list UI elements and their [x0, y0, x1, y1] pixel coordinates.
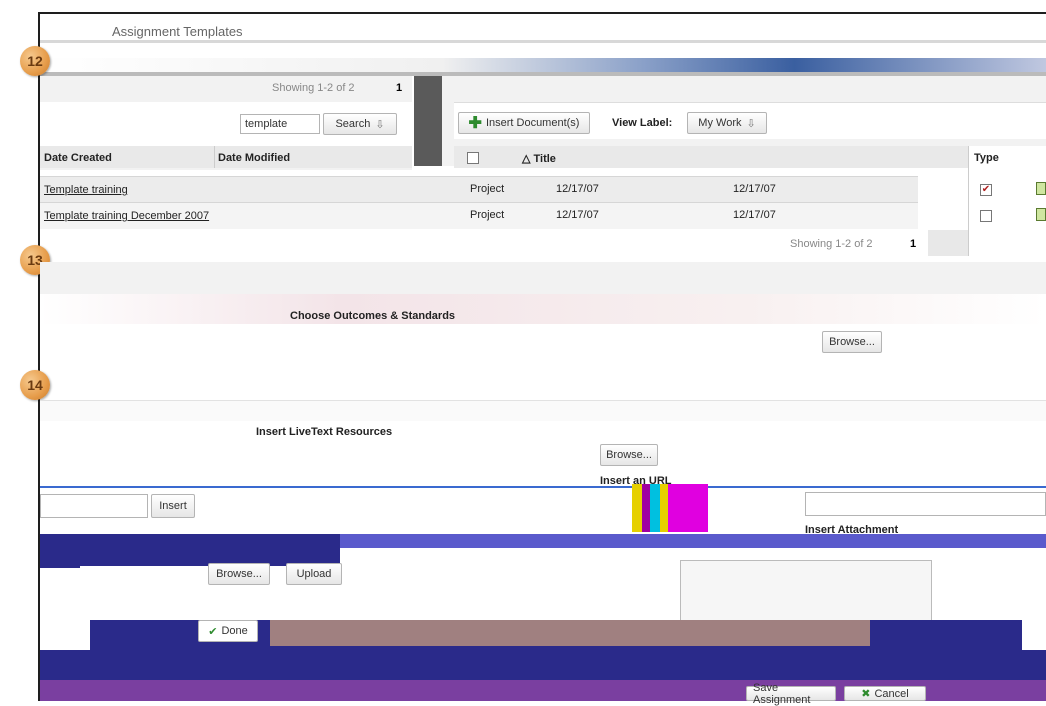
glitch-block: [642, 484, 650, 532]
footer-bar: [40, 650, 1046, 680]
done-button[interactable]: ✔ Done: [198, 620, 258, 642]
callout-badge: 12: [20, 46, 50, 76]
pager-page[interactable]: 1: [396, 82, 402, 94]
outcomes-heading: Choose Outcomes & Standards: [290, 310, 456, 322]
insert-url-button[interactable]: Insert: [151, 494, 195, 518]
doc-date-modified: 12/17/07: [733, 183, 776, 195]
outcomes-band: [40, 294, 1046, 324]
pager-text: Showing 1-2 of 2: [790, 238, 873, 250]
template-link[interactable]: Template training: [44, 184, 128, 196]
doc-date-modified: 12/17/07: [733, 209, 776, 221]
glitch-block: [632, 484, 642, 532]
close-icon: ✖: [861, 688, 871, 700]
upload-banner-strip: [668, 534, 1046, 548]
search-input[interactable]: [240, 114, 320, 134]
doc-checkbox[interactable]: ✔: [980, 184, 992, 196]
pager-scroll-gap: [928, 230, 968, 256]
upload-banner-strip: [340, 534, 670, 548]
document-icon: [1036, 208, 1046, 221]
upload-row: [80, 566, 766, 592]
upload-browse-button[interactable]: Browse...: [208, 563, 270, 585]
search-button-label: Search: [335, 118, 371, 130]
done-label: Done: [221, 625, 248, 637]
doc-type: Project: [470, 209, 505, 221]
col-type[interactable]: Type: [974, 152, 999, 164]
select-all-checkbox[interactable]: [467, 152, 479, 164]
search-button[interactable]: Search ⇩: [323, 113, 397, 135]
page-title: Assignment Templates: [112, 24, 243, 39]
outcomes-header-bar: [40, 262, 1046, 296]
attachment-box: [680, 560, 932, 622]
header-underline: [40, 40, 1046, 43]
pager-text: Showing 1-2 of 2: [272, 82, 355, 94]
check-icon: ✔: [208, 625, 218, 638]
pager-page[interactable]: 1: [910, 238, 916, 250]
view-label-value: My Work: [698, 117, 742, 129]
upload-button[interactable]: Upload: [286, 563, 342, 585]
attachment-input[interactable]: [805, 492, 1046, 516]
toolbar-strip: [40, 58, 1046, 72]
doc-type: Project: [470, 183, 505, 195]
col-title[interactable]: △ Title: [522, 152, 556, 165]
template-link[interactable]: Template training December 2007: [44, 210, 209, 222]
panel-divider: [414, 76, 442, 166]
doc-checkbox[interactable]: [980, 210, 992, 222]
document-icon: [1036, 182, 1046, 195]
col-date-modified[interactable]: Date Modified: [218, 152, 290, 164]
arrow-down-icon: ⇩: [375, 118, 385, 131]
glitch-block: [668, 484, 708, 532]
url-input[interactable]: [40, 494, 148, 518]
cancel-label: Cancel: [874, 687, 909, 700]
glitch-block: [660, 484, 668, 532]
col-date-created[interactable]: Date Created: [44, 152, 112, 164]
insert-documents-label: Insert Document(s): [485, 117, 580, 129]
glitch-block: [650, 484, 660, 532]
col-title-label: Title: [533, 153, 556, 165]
view-label-caption: View Label:: [612, 117, 673, 129]
view-label-select[interactable]: My Work ⇩: [687, 112, 767, 134]
sort-icon: △: [522, 153, 534, 165]
left-frame: [0, 0, 38, 701]
resources-header-bar: [40, 400, 1046, 421]
outcomes-browse-button[interactable]: Browse...: [822, 331, 882, 353]
column-divider: [214, 146, 215, 168]
cancel-button[interactable]: ✖ Cancel: [844, 686, 926, 701]
url-separator: [40, 486, 1046, 488]
arrow-down-icon: ⇩: [746, 117, 756, 130]
plus-icon: ✚: [468, 115, 482, 132]
resources-browse-button[interactable]: Browse...: [600, 444, 658, 466]
doc-date-created: 12/17/07: [556, 183, 599, 195]
resources-heading: Insert LiveText Resources: [256, 426, 393, 438]
doc-date-created: 12/17/07: [556, 209, 599, 221]
callout-badge: 14: [20, 370, 50, 400]
attachment-progress: [270, 620, 870, 646]
save-assignment-button[interactable]: Save Assignment: [746, 682, 836, 706]
insert-documents-button[interactable]: ✚ Insert Document(s): [458, 112, 590, 134]
